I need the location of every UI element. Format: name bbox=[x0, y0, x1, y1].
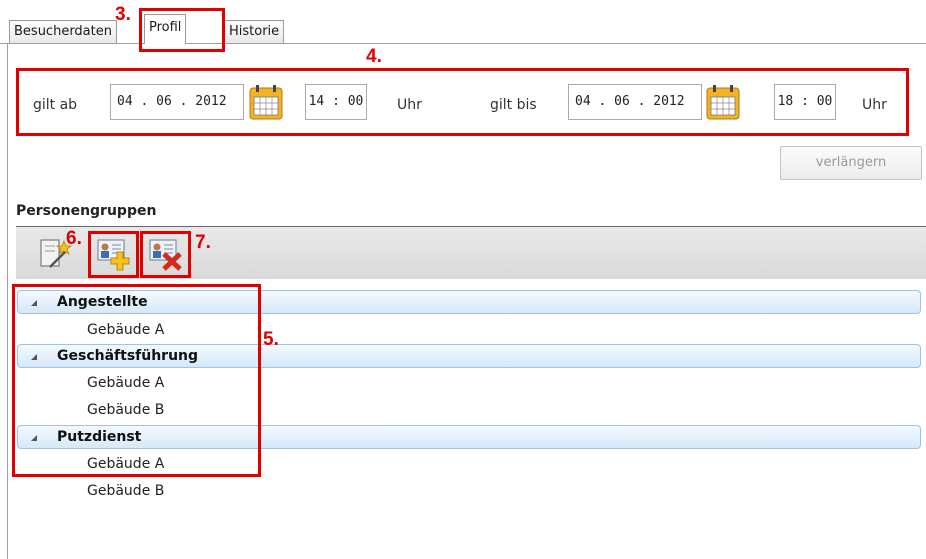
annotation-7: 7. bbox=[195, 232, 211, 253]
annotation-4: 4. bbox=[366, 46, 382, 67]
valid-to-unit: Uhr bbox=[862, 97, 887, 113]
annotation-6: 6. bbox=[66, 228, 82, 249]
annotation-3: 3. bbox=[115, 4, 131, 25]
valid-to-date-input[interactable]: 04 . 06 . 2012 bbox=[568, 84, 702, 120]
remove-group-icon[interactable] bbox=[149, 237, 183, 271]
tree-item[interactable]: Gebäude B bbox=[87, 481, 164, 501]
valid-from-label: gilt ab bbox=[33, 97, 78, 113]
valid-to-label: gilt bis bbox=[490, 97, 537, 113]
valid-from-date-input[interactable]: 04 . 06 . 2012 bbox=[110, 84, 244, 120]
add-group-icon[interactable] bbox=[97, 237, 131, 271]
valid-to-time-input[interactable]: 18 : 00 bbox=[774, 84, 836, 120]
annotation-box-5 bbox=[12, 284, 261, 477]
annotation-5: 5. bbox=[263, 329, 279, 350]
calendar-icon[interactable] bbox=[249, 84, 283, 120]
tab-besucherdaten[interactable]: Besucherdaten bbox=[9, 20, 117, 43]
tab-historie[interactable]: Historie bbox=[224, 20, 285, 43]
valid-from-unit: Uhr bbox=[397, 97, 422, 113]
content-border bbox=[7, 44, 8, 559]
annotation-box-3 bbox=[139, 8, 225, 52]
person-groups-title: Personengruppen bbox=[16, 203, 157, 219]
extend-button[interactable]: verlängern bbox=[780, 146, 922, 180]
calendar-icon[interactable] bbox=[706, 84, 740, 120]
valid-from-time-input[interactable]: 14 : 00 bbox=[305, 84, 367, 120]
